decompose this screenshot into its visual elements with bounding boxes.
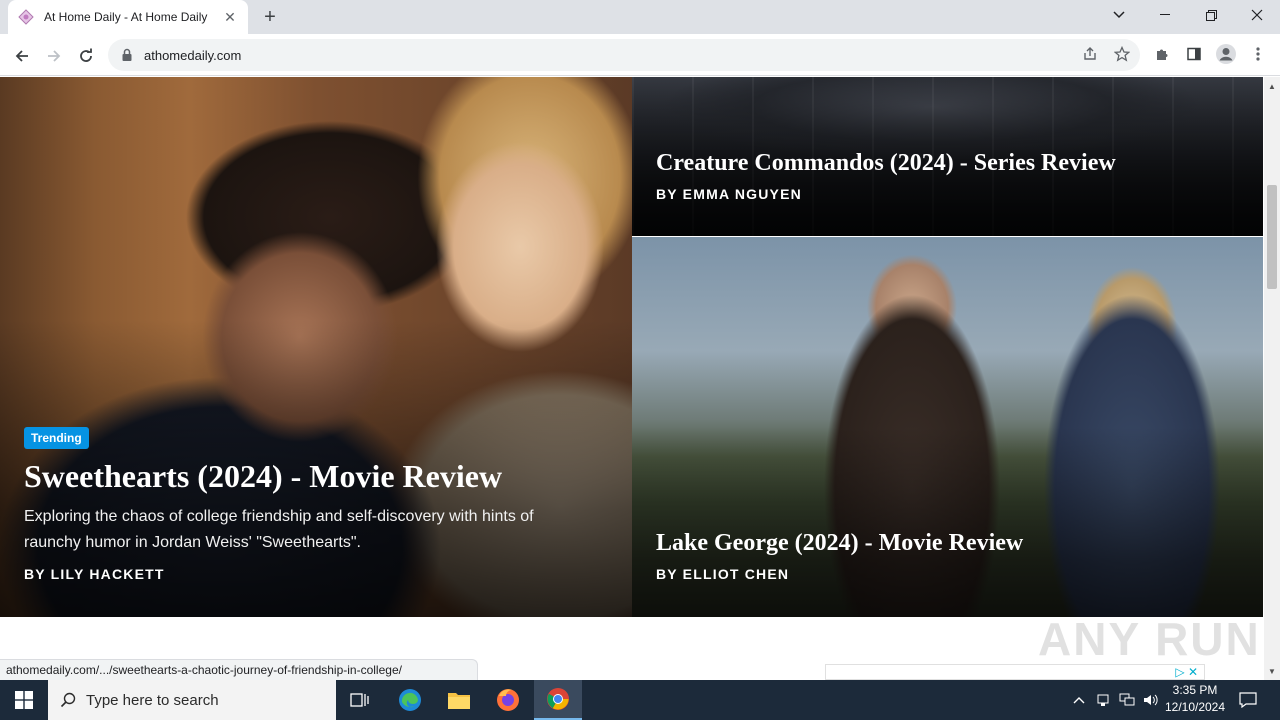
back-arrow-icon bbox=[15, 50, 28, 62]
clock-time: 3:35 PM bbox=[1172, 683, 1218, 697]
site-favicon-icon bbox=[18, 9, 34, 25]
ad-choices-icon[interactable]: ▷ ✕ bbox=[1175, 665, 1198, 679]
link-status-bar: athomedaily.com/.../sweethearts-a-chaoti… bbox=[0, 659, 478, 680]
browser-toolbar: athomedaily.com bbox=[0, 34, 1280, 76]
search-icon bbox=[60, 692, 76, 708]
tab-close-icon[interactable]: ✕ bbox=[222, 9, 238, 25]
restore-button[interactable] bbox=[1188, 0, 1234, 30]
new-tab-button[interactable]: + bbox=[258, 6, 282, 28]
tab-title: At Home Daily - At Home Daily bbox=[44, 10, 208, 24]
hero-article-title[interactable]: Sweethearts (2024) - Movie Review bbox=[24, 457, 614, 495]
card-title[interactable]: Lake George (2024) - Movie Review bbox=[656, 529, 1023, 557]
edge-browser-icon[interactable] bbox=[386, 680, 434, 720]
chrome-menu-icon[interactable] bbox=[1246, 42, 1270, 66]
tab-strip: At Home Daily - At Home Daily ✕ + bbox=[0, 0, 1280, 34]
clock-date: 12/10/2024 bbox=[1164, 700, 1226, 714]
taskbar-search-box[interactable]: Type here to search bbox=[48, 680, 336, 720]
chrome-taskbar-icon[interactable] bbox=[534, 680, 582, 720]
reload-icon bbox=[80, 48, 92, 62]
firefox-icon[interactable] bbox=[484, 680, 532, 720]
extensions-puzzle-icon[interactable] bbox=[1150, 42, 1174, 66]
featured-article-sweethearts[interactable]: Trending Sweethearts (2024) - Movie Revi… bbox=[0, 77, 632, 617]
card-title[interactable]: Creature Commandos (2024) - Series Revie… bbox=[656, 149, 1116, 177]
address-bar[interactable]: athomedaily.com bbox=[108, 39, 1140, 71]
address-url: athomedaily.com bbox=[144, 47, 242, 63]
browser-tab[interactable]: At Home Daily - At Home Daily ✕ bbox=[8, 0, 248, 34]
anyrun-watermark: ANY RUN bbox=[1038, 613, 1261, 665]
share-icon[interactable] bbox=[1078, 42, 1102, 66]
minimize-button[interactable] bbox=[1142, 0, 1188, 30]
lock-icon bbox=[122, 48, 132, 61]
tab-search-chevron-icon[interactable] bbox=[1096, 0, 1142, 30]
scroll-up-arrow-icon[interactable]: ▲ bbox=[1267, 81, 1277, 91]
volume-icon[interactable] bbox=[1140, 680, 1162, 720]
wired-network-icon[interactable] bbox=[1116, 680, 1138, 720]
card-byline[interactable]: BY ELLIOT CHEN bbox=[656, 566, 789, 582]
scrollbar-thumb[interactable] bbox=[1267, 185, 1277, 289]
windows-logo-icon bbox=[15, 691, 33, 709]
task-view-icon[interactable] bbox=[336, 680, 384, 720]
ad-banner[interactable]: ▷ ✕ bbox=[825, 664, 1205, 680]
windows-taskbar: Type here to search 3:35 PM 12/10/2024 bbox=[0, 680, 1280, 720]
card-image-overlay bbox=[632, 237, 1263, 617]
profile-avatar-icon[interactable] bbox=[1214, 42, 1238, 66]
close-window-button[interactable] bbox=[1234, 0, 1280, 30]
hero-article-byline[interactable]: BY LILY HACKETT bbox=[24, 566, 165, 582]
card-byline[interactable]: BY EMMA NGUYEN bbox=[656, 186, 802, 202]
hero-article-excerpt: Exploring the chaos of college friendshi… bbox=[24, 508, 534, 551]
page-scrollbar[interactable]: ▲ ▼ bbox=[1264, 77, 1280, 680]
bookmark-star-icon[interactable] bbox=[1110, 42, 1134, 66]
notification-center-icon[interactable] bbox=[1232, 680, 1264, 720]
web-page: Trending Sweethearts (2024) - Movie Revi… bbox=[0, 77, 1264, 680]
file-explorer-icon[interactable] bbox=[435, 680, 483, 720]
reload-button[interactable] bbox=[72, 42, 100, 70]
forward-button[interactable] bbox=[40, 42, 68, 70]
start-button[interactable] bbox=[0, 680, 48, 720]
back-button[interactable] bbox=[8, 42, 36, 70]
forward-arrow-icon bbox=[48, 50, 61, 62]
article-card-creature-commandos[interactable]: Creature Commandos (2024) - Series Revie… bbox=[632, 77, 1263, 236]
trending-badge[interactable]: Trending bbox=[24, 427, 89, 449]
scroll-down-arrow-icon[interactable]: ▼ bbox=[1267, 666, 1277, 676]
network-adapter-icon[interactable] bbox=[1092, 680, 1114, 720]
taskbar-search-placeholder: Type here to search bbox=[86, 691, 219, 709]
tray-overflow-chevron-icon[interactable] bbox=[1068, 680, 1090, 720]
taskbar-clock[interactable]: 3:35 PM 12/10/2024 bbox=[1160, 682, 1230, 716]
side-panel-icon[interactable] bbox=[1182, 42, 1206, 66]
article-card-lake-george[interactable]: Lake George (2024) - Movie Review BY ELL… bbox=[632, 237, 1263, 617]
